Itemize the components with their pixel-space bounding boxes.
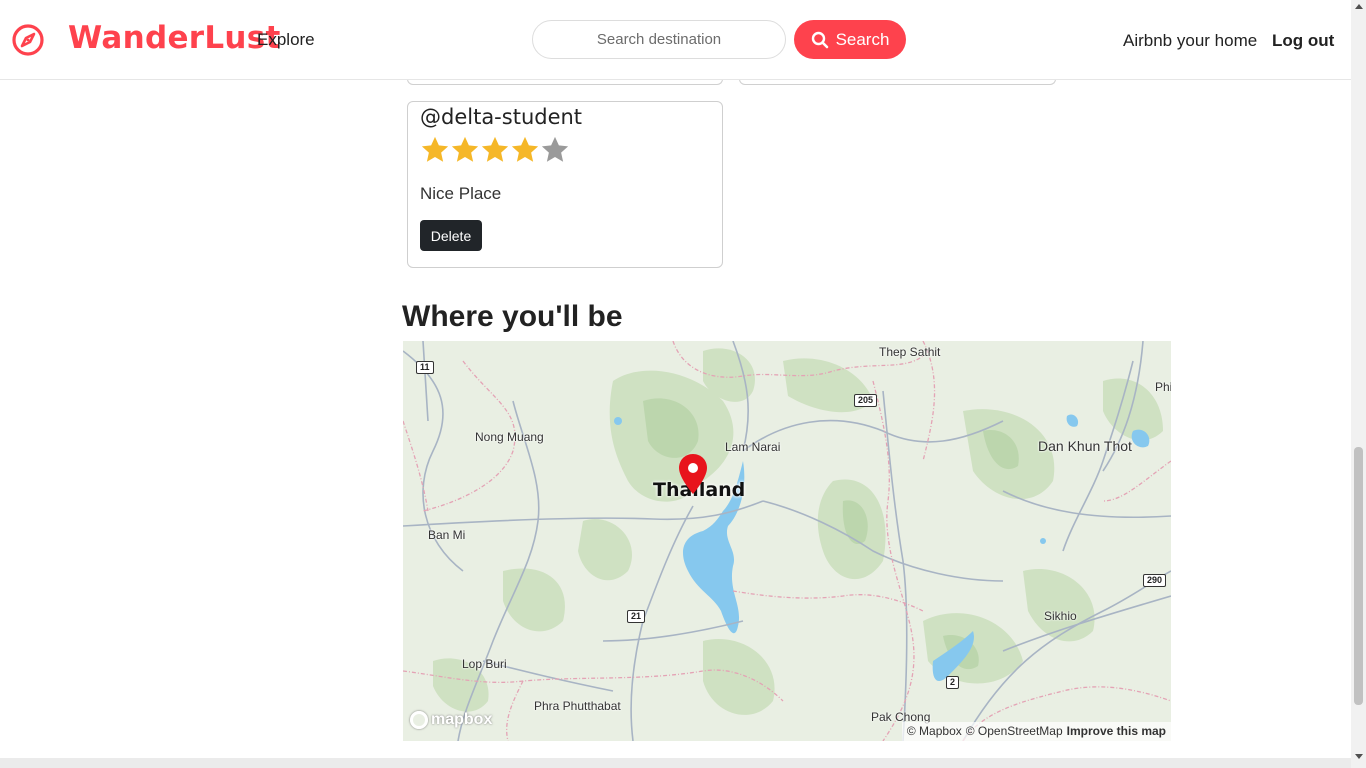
star-rating: [420, 135, 570, 165]
star-filled-icon: [511, 136, 539, 162]
star-filled-icon: [421, 136, 449, 162]
logout-link[interactable]: Log out: [1272, 31, 1334, 51]
map-label-thep-sathit: Thep Sathit: [879, 345, 941, 359]
review-comment: Nice Place: [420, 184, 502, 203]
route-shield-2: 2: [946, 676, 960, 689]
route-shield-290: 290: [1143, 574, 1167, 587]
scrollbar-thumb[interactable]: [1354, 447, 1363, 705]
mapbox-logo-text: mapbox: [431, 711, 493, 728]
review-author: @delta-student: [420, 105, 583, 129]
map-label-nong-muang: Nong Muang: [475, 430, 544, 444]
map-base: [403, 341, 1171, 741]
route-shield-205: 205: [854, 394, 878, 407]
map-label-ban-mi: Ban Mi: [428, 528, 466, 542]
route-shield-11: 11: [416, 361, 434, 374]
delete-review-button[interactable]: Delete: [420, 220, 482, 251]
compass-icon[interactable]: [11, 23, 45, 57]
nav-explore-link[interactable]: Explore: [257, 30, 315, 50]
search-button-label: Search: [835, 29, 890, 49]
attribution-osm-link[interactable]: © OpenStreetMap: [966, 724, 1063, 739]
route-shield-21: 21: [627, 610, 646, 623]
attribution-mapbox-link[interactable]: © Mapbox: [907, 724, 962, 739]
mapbox-logo[interactable]: mapbox: [410, 711, 492, 729]
improve-map-link[interactable]: Improve this map: [1067, 724, 1166, 739]
location-heading: Where you'll be: [402, 300, 623, 333]
map-pin-icon[interactable]: [678, 453, 708, 495]
map-label-sikhio: Sikhio: [1044, 609, 1077, 623]
map-label-phra-phutthabat: Phra Phutthabat: [534, 699, 621, 713]
page-scrollbar[interactable]: [1351, 0, 1366, 768]
map-label-lop-buri: Lop Buri: [462, 657, 507, 671]
star-filled-icon: [451, 136, 479, 162]
scroll-down-arrow-icon[interactable]: [1355, 754, 1363, 759]
map-label-phi-partial: Phi: [1155, 380, 1171, 394]
map-label-dan-khun-thot: Dan Khun Thot: [1038, 438, 1132, 454]
navbar: WanderLust Explore Search Airbnb your ho…: [0, 0, 1351, 80]
footer: [0, 758, 1351, 768]
search-input[interactable]: [532, 20, 786, 59]
scroll-up-arrow-icon[interactable]: [1355, 4, 1363, 9]
map-attribution: © Mapbox © OpenStreetMap Improve this ma…: [901, 722, 1171, 741]
map-label-lam-narai: Lam Narai: [725, 440, 781, 454]
review-card: @delta-student Nice Place Delete: [407, 101, 723, 268]
location-map[interactable]: Thep Sathit Nong Muang Lam Narai Dan Khu…: [403, 341, 1171, 741]
mapbox-logo-icon: [410, 711, 428, 729]
brand-name[interactable]: WanderLust: [68, 20, 281, 56]
star-filled-icon: [481, 136, 509, 162]
search-icon: [811, 31, 828, 48]
search-button[interactable]: Search: [794, 20, 906, 59]
airbnb-your-home-link[interactable]: Airbnb your home: [1123, 31, 1257, 51]
star-empty-icon: [541, 136, 569, 162]
